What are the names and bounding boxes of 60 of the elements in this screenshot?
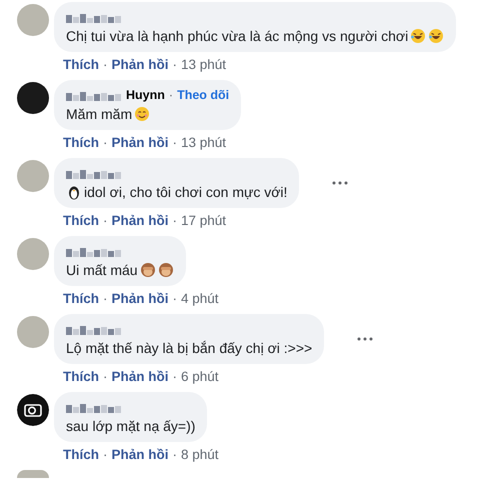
separator-dot: · [172,291,177,306]
penguin-icon [66,184,82,200]
like-link[interactable]: Thích [63,447,99,462]
like-link[interactable]: Thích [63,213,99,228]
separator-dot: · [103,447,108,462]
comment-text: Lộ mặt thế này là bị bắn đấy chị ơi :>>> [66,340,312,356]
monkey-face-icon [158,262,174,278]
smiling-face-icon [134,106,150,122]
author-name[interactable]: Huynn [126,88,165,102]
avatar-photo-placeholder[interactable] [17,316,49,348]
comment-time[interactable]: 13 phút [181,135,226,150]
blurred-name-drawing [66,167,122,179]
separator-dot: · [172,135,177,150]
comment-time[interactable]: 4 phút [181,291,219,306]
avatar-photo-placeholder[interactable] [17,238,49,270]
separator-dot: · [103,135,108,150]
comment-time[interactable]: 17 phút [181,213,226,228]
comment-text: sau lớp mặt nạ ấy=)) [66,418,196,434]
comment-text: Chị tui vừa là hạnh phúc vừa là ác mộng vs người chơi [66,28,408,44]
more-options-icon[interactable] [332,181,348,185]
avatar-photo-placeholder[interactable] [17,470,49,478]
reply-link[interactable]: Phản hồi [112,213,168,228]
separator-dot: · [172,213,177,228]
comment-text: idol ơi, cho tôi chơi con mực với! [84,184,288,200]
comment-time[interactable]: 13 phút [181,57,226,72]
separator-dot: · [172,57,177,72]
monkey-face-icon [140,262,156,278]
avatar-photo-placeholder[interactable] [17,4,49,36]
comment-time[interactable]: 8 phút [181,447,219,462]
reply-link[interactable]: Phản hồi [112,369,168,384]
separator-dot: · [103,291,108,306]
more-options-icon[interactable] [357,337,374,341]
separator-dot: · [103,57,108,72]
reply-link[interactable]: Phản hồi [112,291,168,306]
like-link[interactable]: Thích [63,135,99,150]
separator-dot: · [172,447,177,462]
reply-link[interactable]: Phản hồi [112,57,168,72]
like-link[interactable]: Thích [63,369,99,384]
avatar-camera-icon[interactable] [17,394,49,426]
laughing-face-icon [428,28,444,44]
follow-link[interactable]: Theo dõi [177,88,230,102]
blurred-name-drawing [66,11,122,23]
blurred-name-drawing [66,89,122,101]
reply-link[interactable]: Phản hồi [112,447,168,462]
blurred-name-drawing [66,401,122,413]
blurred-name-drawing [66,323,122,335]
like-link[interactable]: Thích [63,291,99,306]
like-link[interactable]: Thích [63,57,99,72]
separator-dot: · [168,88,174,102]
blurred-name-drawing [66,245,122,257]
separator-dot: · [103,213,108,228]
separator-dot: · [103,369,108,384]
comment-text: Măm măm [66,106,132,122]
reply-link[interactable]: Phản hồi [112,135,168,150]
comment-text: Ui mất máu [66,262,138,278]
laughing-face-icon [410,28,426,44]
comment-time[interactable]: 6 phút [181,369,219,384]
avatar-photo-placeholder[interactable] [17,160,49,192]
avatar[interactable] [17,82,49,114]
separator-dot: · [172,369,177,384]
